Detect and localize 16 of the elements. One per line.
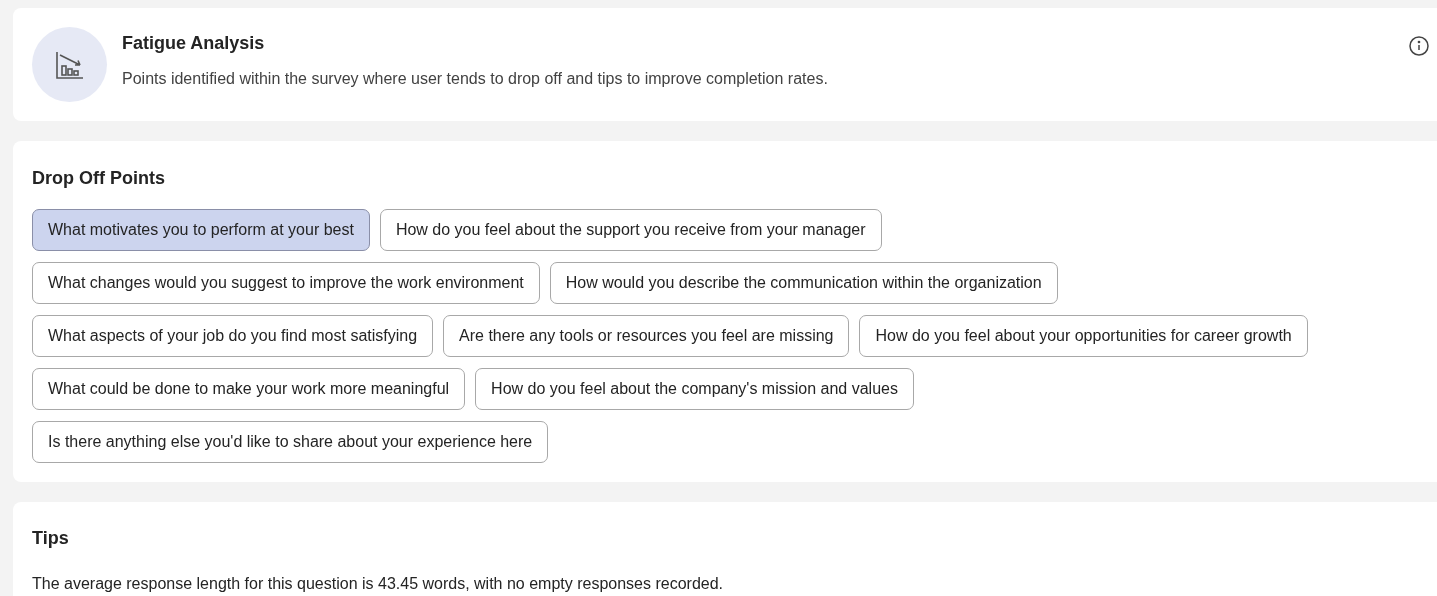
info-icon[interactable]: [1409, 36, 1429, 56]
question-chip[interactable]: How do you feel about your opportunities for career growth: [859, 315, 1308, 357]
question-chip[interactable]: Are there any tools or resources you feel are missing: [443, 315, 850, 357]
section-title: Tips: [32, 527, 70, 550]
section-title: Drop Off Points: [32, 167, 166, 190]
question-chip[interactable]: What aspects of your job do you find most satisfying: [32, 315, 434, 357]
question-chip[interactable]: How do you feel about the support you receive from your manager: [379, 209, 882, 251]
question-chip[interactable]: What changes would you suggest to improve the work environment: [32, 262, 540, 304]
card-description: Points identified within the survey where user tends to drop off and tips to improve completion rates.: [122, 69, 828, 89]
question-chip[interactable]: What could be done to make your work more meaningful: [32, 368, 466, 410]
tip-text: The average response length for this question is 43.45 words, with no empty responses recorded.: [32, 574, 725, 594]
card-title: Fatigue Analysis: [122, 32, 266, 55]
question-chip[interactable]: How do you feel about the company's mission and values: [475, 368, 914, 410]
question-chip[interactable]: What motivates you to perform at your best: [32, 209, 370, 251]
question-chip[interactable]: How would you describe the communication within the organization: [549, 262, 1058, 304]
question-chip[interactable]: Is there anything else you'd like to share about your experience here: [32, 421, 549, 463]
